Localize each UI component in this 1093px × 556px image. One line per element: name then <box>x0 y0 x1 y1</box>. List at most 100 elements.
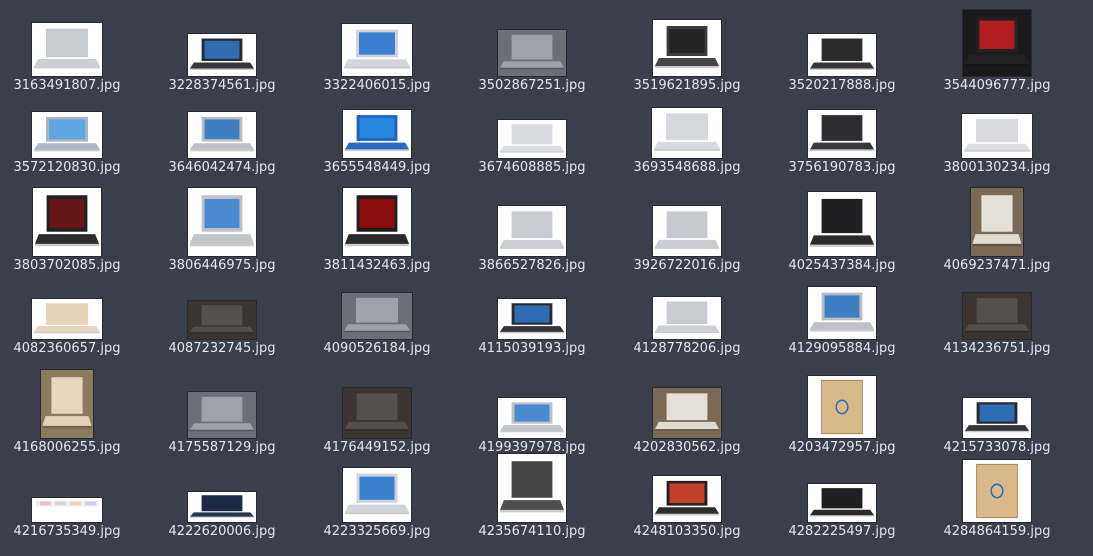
laptop-box-photo-thumbnail-icon <box>971 188 1023 256</box>
thumbnail-area <box>2 12 132 76</box>
file-item[interactable]: 3646042474.jpg <box>157 94 287 184</box>
laptop-silver-windows-thumbnail-icon <box>808 287 876 339</box>
thumbnail-area <box>467 374 597 438</box>
laptop-zbook-thumbnail-icon <box>808 34 876 76</box>
file-item[interactable]: 4128778206.jpg <box>622 275 752 365</box>
thumbnail-area <box>467 94 597 158</box>
file-name-label: 4235674110.jpg <box>478 524 586 539</box>
thumbnail-area <box>777 374 907 438</box>
file-item[interactable]: 3800130234.jpg <box>932 94 1062 184</box>
thumbnail-area <box>312 458 442 522</box>
file-name-label: 4284864159.jpg <box>943 524 1051 539</box>
laptop-detachable-thumbnail-icon <box>188 188 256 256</box>
file-item[interactable]: 3163491807.jpg <box>2 12 132 102</box>
file-item[interactable]: 3544096777.jpg <box>932 10 1062 102</box>
file-item[interactable]: 4168006255.jpg <box>2 370 132 464</box>
laptop-gold-thumbnail-icon <box>32 299 102 339</box>
file-name-label: 4248103350.jpg <box>633 524 741 539</box>
file-item[interactable]: 4134236751.jpg <box>932 275 1062 365</box>
file-item[interactable]: 3572120830.jpg <box>2 94 132 184</box>
thumbnail-area <box>312 188 442 256</box>
thumbnail-area <box>157 188 287 256</box>
thumbnail-area <box>777 275 907 339</box>
file-item[interactable]: 4284864159.jpg <box>932 458 1062 548</box>
file-item[interactable]: 4175587129.jpg <box>157 374 287 464</box>
file-item[interactable]: 4203472957.jpg <box>777 374 907 464</box>
laptop-blue-thumbnail-icon <box>188 492 256 522</box>
laptop-gold-box-thumbnail-icon <box>41 370 93 438</box>
file-item[interactable]: 3228374561.jpg <box>157 12 287 102</box>
file-item[interactable]: 4222620006.jpg <box>157 458 287 548</box>
file-name-label: 4175587129.jpg <box>168 440 276 455</box>
thumbnail-area <box>777 94 907 158</box>
file-item[interactable]: 4069237471.jpg <box>932 188 1062 282</box>
file-item[interactable]: 4090526184.jpg <box>312 275 442 365</box>
file-item[interactable]: 4176449152.jpg <box>312 374 442 464</box>
thumbnail-area <box>312 94 442 158</box>
file-name-label: 3544096777.jpg <box>943 78 1051 93</box>
file-name-label: 4168006255.jpg <box>13 440 121 455</box>
file-name-label: 4202830562.jpg <box>633 440 741 455</box>
laptop-gaming-red-thumbnail-icon <box>963 10 1031 76</box>
laptop-black-red-screen-thumbnail-icon <box>653 476 721 522</box>
thumbnail-area <box>312 374 442 438</box>
file-item[interactable]: 3674608885.jpg <box>467 94 597 184</box>
file-name-label: 4223325669.jpg <box>323 524 431 539</box>
file-name-label: 4134236751.jpg <box>943 341 1051 356</box>
file-name-label: 4203472957.jpg <box>788 440 896 455</box>
laptop-colors-thumbnail-icon <box>32 498 102 522</box>
file-item[interactable]: 4025437384.jpg <box>777 192 907 282</box>
thumbnail-area <box>2 370 132 438</box>
file-item[interactable]: 3502867251.jpg <box>467 12 597 102</box>
file-item[interactable]: 3655548449.jpg <box>312 94 442 184</box>
laptop-slim-side-thumbnail-icon <box>498 120 566 158</box>
file-item[interactable]: 3519621895.jpg <box>622 12 752 102</box>
thumbnail-area <box>312 275 442 339</box>
laptop-black-thumbnail-icon <box>808 192 876 256</box>
file-name-label: 4025437384.jpg <box>788 258 896 273</box>
thumbnail-area <box>777 12 907 76</box>
file-item[interactable]: 4223325669.jpg <box>312 458 442 548</box>
file-item[interactable]: 4282225497.jpg <box>777 458 907 548</box>
file-item[interactable]: 3803702085.jpg <box>2 188 132 282</box>
file-name-label: 4128778206.jpg <box>633 341 741 356</box>
file-item[interactable]: 3322406015.jpg <box>312 12 442 102</box>
file-item[interactable]: 4215733078.jpg <box>932 374 1062 464</box>
file-item[interactable]: 4115039193.jpg <box>467 275 597 365</box>
file-name-label: 3519621895.jpg <box>633 78 741 93</box>
file-item[interactable]: 4202830562.jpg <box>622 374 752 464</box>
thumbnail-area <box>777 192 907 256</box>
thumbnail-area <box>157 94 287 158</box>
laptop-box-thumbnail-icon <box>963 460 1031 522</box>
thumbnail-area <box>2 94 132 158</box>
laptop-flip-thumbnail-icon <box>653 206 721 256</box>
file-item[interactable]: 4235674110.jpg <box>467 454 597 548</box>
laptop-dark-angle-thumbnail-icon <box>808 110 876 158</box>
file-item[interactable]: 4129095884.jpg <box>777 275 907 365</box>
file-item[interactable]: 3806446975.jpg <box>157 188 287 282</box>
file-item[interactable]: 3756190783.jpg <box>777 94 907 184</box>
laptop-silver-thumbnail-icon <box>498 206 566 256</box>
file-name-label: 4282225497.jpg <box>788 524 896 539</box>
file-item[interactable]: 4082360657.jpg <box>2 275 132 365</box>
thumbnail-area <box>932 10 1062 76</box>
file-item[interactable]: 3693548688.jpg <box>622 94 752 184</box>
file-item[interactable]: 4248103350.jpg <box>622 458 752 548</box>
file-item[interactable]: 4216735349.jpg <box>2 458 132 548</box>
file-name-label: 4090526184.jpg <box>323 341 431 356</box>
file-item[interactable]: 4199397978.jpg <box>467 374 597 464</box>
file-item[interactable]: 3866527826.jpg <box>467 192 597 282</box>
file-item[interactable]: 4087232745.jpg <box>157 275 287 365</box>
laptop-convertible-thumbnail-icon <box>962 114 1032 158</box>
thumbnail-area <box>157 275 287 339</box>
thumbnail-area <box>467 192 597 256</box>
laptop-photo-dark-thumbnail-icon <box>963 293 1031 339</box>
file-name-label: 3502867251.jpg <box>478 78 586 93</box>
file-item[interactable]: 3811432463.jpg <box>312 188 442 282</box>
file-name-label: 4176449152.jpg <box>323 440 431 455</box>
file-item[interactable]: 3520217888.jpg <box>777 12 907 102</box>
thumbnail-area <box>467 454 597 522</box>
file-name-label: 3800130234.jpg <box>943 160 1051 175</box>
file-item[interactable]: 3926722016.jpg <box>622 192 752 282</box>
laptop-elitebook-thumbnail-icon <box>653 20 721 76</box>
